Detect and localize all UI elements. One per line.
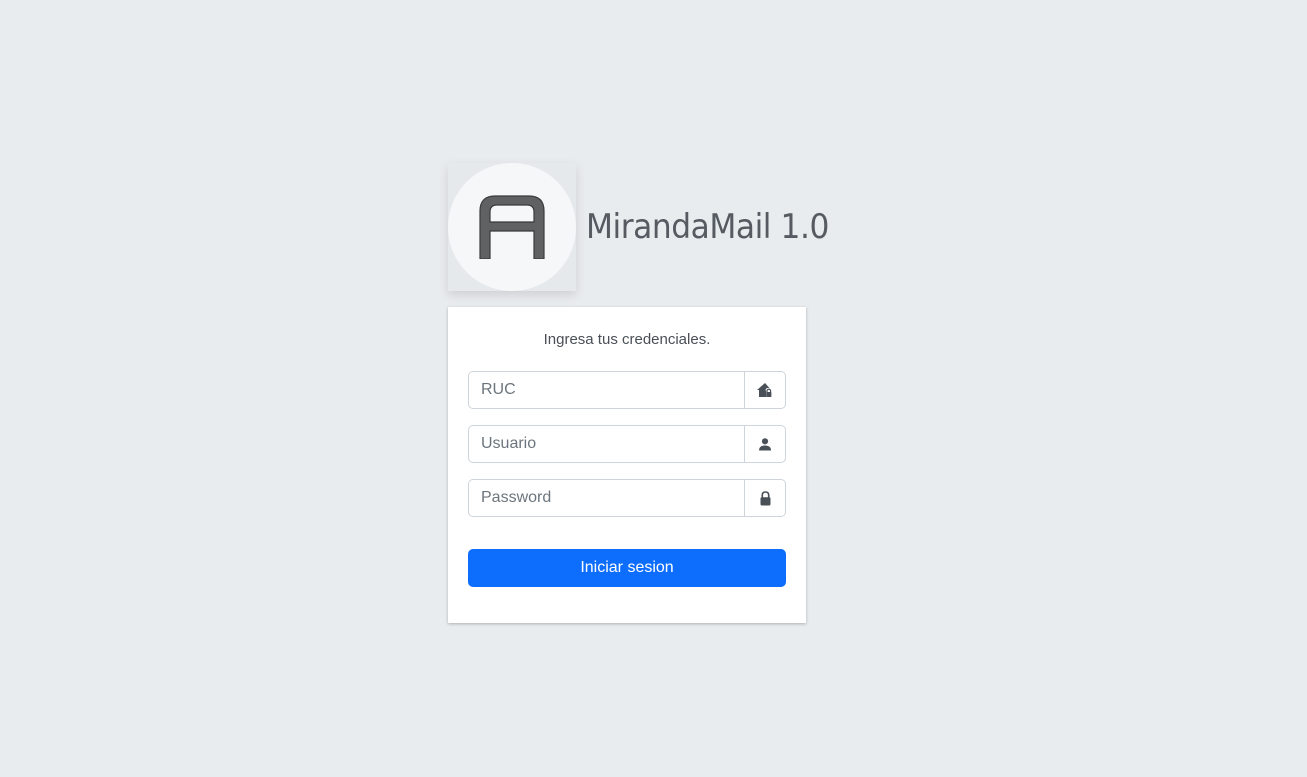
lock-icon: [744, 479, 786, 517]
usuario-input[interactable]: [468, 425, 744, 463]
house-lock-icon: [744, 371, 786, 409]
login-card: Ingresa tus credenciales. RUC Usuario In…: [448, 307, 806, 623]
usuario-input-group: [468, 425, 786, 463]
login-message: Ingresa tus credenciales.: [543, 331, 711, 348]
logo: [448, 163, 576, 291]
user-icon: [744, 425, 786, 463]
logo-circle: [448, 163, 576, 291]
ruc-input-group: [468, 371, 786, 409]
letter-a-logo-icon: [479, 195, 545, 259]
app-title: MirandaMail 1.0: [586, 207, 829, 247]
password-input[interactable]: [468, 479, 744, 517]
ruc-input[interactable]: [468, 371, 744, 409]
brand-header: MirandaMail 1.0: [448, 163, 850, 291]
login-button[interactable]: Iniciar sesion: [468, 549, 786, 587]
password-input-group: [468, 479, 786, 517]
